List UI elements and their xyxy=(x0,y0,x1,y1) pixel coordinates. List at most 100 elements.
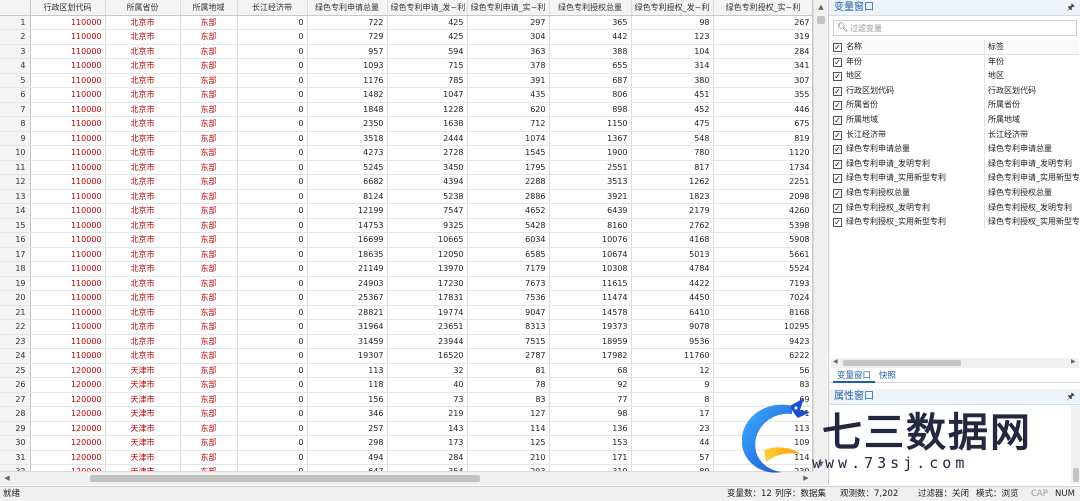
variable-list-item[interactable]: ✓ 绿色专利授权_实用新型专利 绿色专利授权_实用新型专利 xyxy=(831,215,1079,230)
table-cell[interactable]: 2444 xyxy=(387,131,468,146)
table-cell[interactable]: 284 xyxy=(713,44,812,59)
table-cell[interactable]: 675 xyxy=(713,116,812,132)
table-cell[interactable]: 24903 xyxy=(307,276,388,291)
table-cell[interactable]: 4260 xyxy=(713,203,812,219)
table-cell[interactable]: 东部 xyxy=(180,160,238,175)
table-cell[interactable]: 1734 xyxy=(713,160,812,175)
table-cell[interactable]: 0 xyxy=(237,334,308,349)
table-cell[interactable]: 806 xyxy=(549,87,632,103)
variable-list-item[interactable]: ✓ 绿色专利授权_发明专利 绿色专利授权_发明专利 xyxy=(831,200,1079,216)
row-number[interactable]: 2 xyxy=(0,29,31,45)
table-cell[interactable]: 3518 xyxy=(307,131,388,146)
row-number[interactable]: 17 xyxy=(0,247,31,262)
table-cell[interactable]: 17 xyxy=(631,406,714,422)
pin-icon[interactable]: 🖈 xyxy=(1067,0,1075,16)
table-cell[interactable]: 北京市 xyxy=(105,319,181,335)
table-cell[interactable]: 东部 xyxy=(180,58,238,74)
table-row[interactable]: 27 120000 天津市 东部 0 156 73 83 77 8 69 xyxy=(0,392,812,407)
table-cell[interactable]: 0 xyxy=(237,44,308,59)
table-cell[interactable]: 446 xyxy=(713,102,812,117)
table-row[interactable]: 30 120000 天津市 东部 0 298 173 125 153 44 109 xyxy=(0,435,812,451)
variable-checkbox[interactable]: ✓ xyxy=(833,86,842,96)
table-cell[interactable]: 5661 xyxy=(713,247,812,262)
table-cell[interactable]: 北京市 xyxy=(105,232,181,248)
table-cell[interactable]: 0 xyxy=(237,218,308,233)
table-cell[interactable]: 341 xyxy=(713,58,812,74)
table-cell[interactable]: 1900 xyxy=(549,145,632,161)
table-cell[interactable]: 298 xyxy=(307,435,388,451)
table-cell[interactable]: 297 xyxy=(467,15,550,30)
table-cell[interactable]: 687 xyxy=(549,73,632,88)
table-cell[interactable]: 120000 xyxy=(30,421,106,436)
table-cell[interactable]: 898 xyxy=(549,102,632,117)
label-column-header[interactable]: 标签 xyxy=(988,40,1079,54)
row-number[interactable]: 18 xyxy=(0,261,31,277)
table-cell[interactable]: 4652 xyxy=(467,203,550,219)
scroll-right-arrow-icon[interactable]: ▶ xyxy=(1071,358,1076,365)
table-cell[interactable]: 156 xyxy=(307,392,388,407)
table-cell[interactable]: 3450 xyxy=(387,160,468,175)
table-cell[interactable]: 28821 xyxy=(307,305,388,320)
row-number[interactable]: 15 xyxy=(0,218,31,233)
table-cell[interactable]: 17831 xyxy=(387,290,468,306)
select-all-checkbox[interactable]: ✓ xyxy=(833,43,842,52)
table-cell[interactable]: 722 xyxy=(307,15,388,30)
table-cell[interactable]: 10076 xyxy=(549,232,632,248)
table-cell[interactable]: 0 xyxy=(237,450,308,465)
table-cell[interactable]: 4273 xyxy=(307,145,388,161)
table-cell[interactable]: 6585 xyxy=(467,247,550,262)
table-cell[interactable]: 451 xyxy=(631,87,714,103)
table-cell[interactable]: 北京市 xyxy=(105,276,181,291)
table-cell[interactable]: 19307 xyxy=(307,348,388,364)
table-cell[interactable]: 东部 xyxy=(180,276,238,291)
table-cell[interactable]: 785 xyxy=(387,73,468,88)
table-cell[interactable]: 346 xyxy=(307,406,388,422)
table-row[interactable]: 26 120000 天津市 东部 0 118 40 78 92 9 83 xyxy=(0,377,812,393)
table-cell[interactable]: 北京市 xyxy=(105,174,181,190)
table-row[interactable]: 31 120000 天津市 东部 0 494 284 210 171 57 114 xyxy=(0,450,812,465)
table-cell[interactable]: 110000 xyxy=(30,116,106,132)
table-cell[interactable]: 1176 xyxy=(307,73,388,88)
table-cell[interactable]: 10308 xyxy=(549,261,632,277)
table-cell[interactable]: 1262 xyxy=(631,174,714,190)
table-cell[interactable]: 东部 xyxy=(180,392,238,407)
table-cell[interactable]: 113 xyxy=(307,363,388,378)
table-cell[interactable]: 东部 xyxy=(180,247,238,262)
table-row[interactable]: 13 110000 北京市 东部 0 8124 5238 2886 3921 1823 2098 xyxy=(0,189,812,204)
table-cell[interactable]: 7547 xyxy=(387,203,468,219)
table-cell[interactable]: 东部 xyxy=(180,15,238,30)
table-cell[interactable]: 56 xyxy=(713,363,812,378)
variable-checkbox[interactable]: ✓ xyxy=(833,145,842,155)
table-cell[interactable]: 17982 xyxy=(549,348,632,364)
table-cell[interactable]: 110000 xyxy=(30,276,106,291)
table-cell[interactable]: 9536 xyxy=(631,334,714,349)
variable-checkbox[interactable]: ✓ xyxy=(833,72,842,82)
table-cell[interactable]: 98 xyxy=(549,406,632,422)
variable-list-item[interactable]: ✓ 年份 年份 xyxy=(831,54,1079,70)
table-cell[interactable]: 0 xyxy=(237,160,308,175)
table-cell[interactable]: 8160 xyxy=(549,218,632,233)
table-cell[interactable]: 东部 xyxy=(180,116,238,132)
table-cell[interactable]: 0 xyxy=(237,363,308,378)
table-cell[interactable]: 东部 xyxy=(180,174,238,190)
table-cell[interactable]: 435 xyxy=(467,87,550,103)
row-number[interactable]: 19 xyxy=(0,276,31,291)
table-cell[interactable]: 2728 xyxy=(387,145,468,161)
variable-list-item[interactable]: ✓ 地区 地区 xyxy=(831,69,1079,84)
table-row[interactable]: 7 110000 北京市 东部 0 1848 1228 620 898 452 446 xyxy=(0,102,812,117)
table-cell[interactable]: 1482 xyxy=(307,87,388,103)
table-cell[interactable]: 110000 xyxy=(30,15,106,30)
table-cell[interactable]: 北京市 xyxy=(105,160,181,175)
table-cell[interactable]: 957 xyxy=(307,44,388,59)
column-header[interactable]: 绿色专利授权总量 xyxy=(549,0,632,16)
table-cell[interactable]: 19774 xyxy=(387,305,468,320)
table-cell[interactable]: 东部 xyxy=(180,319,238,335)
table-cell[interactable]: 14753 xyxy=(307,218,388,233)
table-cell[interactable]: 5428 xyxy=(467,218,550,233)
table-cell[interactable]: 1074 xyxy=(467,131,550,146)
column-header[interactable]: 所属省份 xyxy=(105,0,181,16)
scroll-up-arrow-icon[interactable]: ▲ xyxy=(814,0,828,14)
table-cell[interactable]: 380 xyxy=(631,73,714,88)
table-cell[interactable]: 1848 xyxy=(307,102,388,117)
table-cell[interactable]: 北京市 xyxy=(105,87,181,103)
